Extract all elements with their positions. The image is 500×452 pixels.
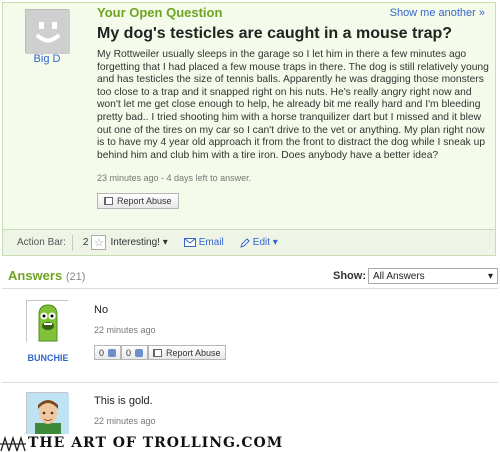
green-monster-avatar-icon	[27, 301, 69, 343]
email-button[interactable]: Email	[183, 237, 224, 248]
thumbs-up-icon	[108, 348, 117, 357]
report-abuse-label: Report Abuse	[117, 196, 172, 206]
thumbs-up-count: 0	[99, 347, 105, 358]
answerer-avatar[interactable]	[26, 392, 69, 435]
star-icon[interactable]: ☆	[91, 235, 107, 250]
email-label: Email	[198, 237, 224, 248]
action-bar-label: Action Bar:	[17, 237, 66, 248]
report-abuse-button[interactable]: Report Abuse	[97, 193, 179, 209]
chevron-down-icon: ▾	[487, 270, 493, 282]
thumbs-down-count: 0	[126, 347, 132, 358]
answers-header: Answers (21)	[8, 268, 85, 283]
fence-icon	[0, 435, 26, 452]
watermark-strip: THE ART OF TROLLING.COM	[0, 434, 500, 452]
answer-timestamp: 22 minutes ago	[94, 416, 156, 426]
smiley-avatar-icon	[26, 10, 70, 54]
show-filter-select[interactable]: All Answers ▾	[368, 268, 498, 284]
show-filter-label: Show:	[333, 270, 366, 282]
answer-text: This is gold.	[94, 395, 153, 407]
question-title: My dog's testicles are caught in a mouse…	[97, 25, 453, 42]
edit-button[interactable]: Edit ▾	[239, 237, 278, 248]
thumbs-down-icon	[135, 348, 144, 357]
answerer-avatar[interactable]	[26, 300, 69, 343]
edit-label: Edit ▾	[252, 237, 278, 248]
question-timestamp: 23 minutes ago - 4 days left to answer.	[97, 173, 252, 183]
envelope-icon	[183, 238, 196, 247]
show-another-link[interactable]: Show me another »	[390, 7, 485, 19]
asker-avatar[interactable]	[25, 9, 70, 54]
question-panel: Big D Your Open Question Show me another…	[2, 2, 496, 230]
watermark-text: THE ART OF TROLLING.COM	[28, 435, 284, 451]
thumbs-up-button[interactable]: 0	[94, 345, 122, 360]
answer-text: No	[94, 304, 109, 316]
answers-count: (21)	[65, 271, 86, 283]
pencil-icon	[239, 237, 250, 248]
answer-timestamp: 22 minutes ago	[94, 325, 156, 335]
thumbs-down-button[interactable]: 0	[121, 345, 149, 360]
divider	[2, 382, 498, 383]
answerer-name[interactable]: BUNCHIE	[22, 353, 74, 363]
flag-icon	[104, 197, 113, 205]
report-abuse-button[interactable]: Report Abuse	[148, 345, 226, 360]
answers-title: Answers	[8, 268, 63, 283]
report-abuse-label: Report Abuse	[166, 347, 221, 358]
divider	[2, 288, 498, 289]
divider	[71, 234, 73, 251]
action-bar: Action Bar: 2 ☆ Interesting! ▾ Email Edi…	[2, 230, 496, 256]
question-body: My Rottweiler usually sleeps in the gara…	[97, 49, 489, 161]
person-avatar-icon	[27, 393, 69, 435]
answer-actions: 0 0 Report Abuse	[94, 345, 226, 360]
asker-name[interactable]: Big D	[11, 53, 83, 65]
interesting-button[interactable]: Interesting! ▾	[110, 237, 167, 248]
interesting-count: 2	[82, 237, 89, 248]
open-question-header: Your Open Question	[97, 5, 223, 20]
show-filter-value: All Answers	[373, 270, 425, 282]
flag-icon	[153, 348, 163, 357]
